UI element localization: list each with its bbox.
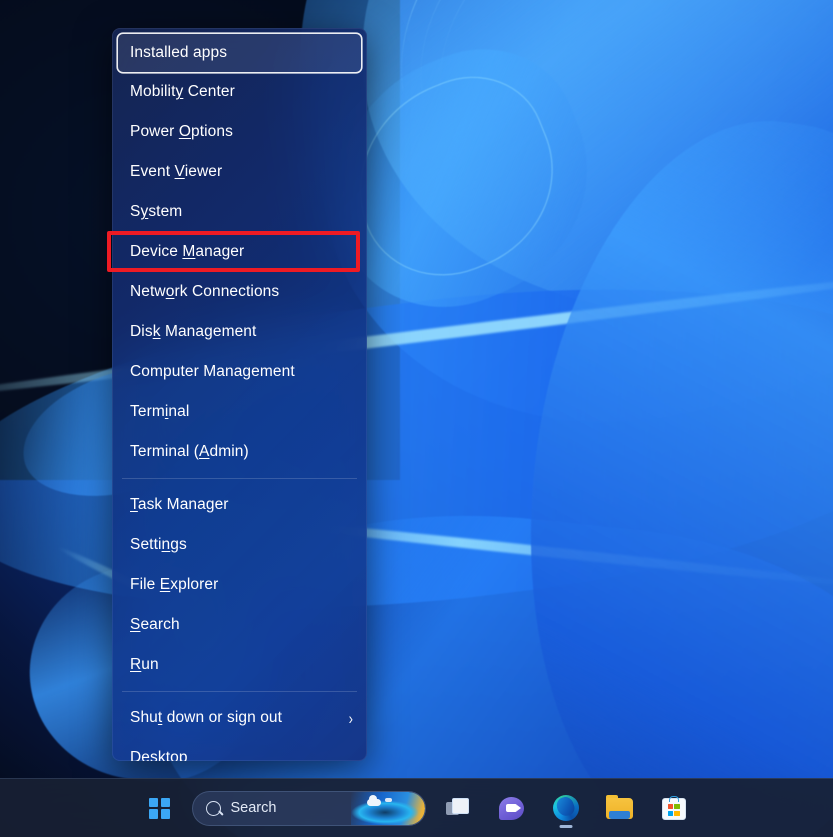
task-view-icon	[445, 798, 470, 818]
weather-bloom-widget[interactable]	[350, 791, 425, 825]
edge-icon	[552, 795, 579, 821]
menu-item-label: File Explorer	[130, 576, 219, 593]
store-icon	[661, 796, 686, 820]
chat-icon	[499, 796, 524, 820]
menu-item-label: Terminal	[130, 403, 190, 420]
menu-separator	[122, 478, 357, 479]
edge-button[interactable]	[544, 787, 588, 829]
store-button[interactable]	[652, 787, 696, 829]
menu-item-computer-management[interactable]: Computer Management	[112, 352, 367, 392]
cloud-small-icon	[384, 797, 392, 802]
menu-item-label: Settings	[130, 536, 187, 553]
menu-item-mobility-center[interactable]: Mobility Center	[112, 72, 367, 112]
menu-item-file-explorer[interactable]: File Explorer	[112, 565, 367, 605]
menu-item-label: Computer Management	[130, 363, 295, 380]
windows-logo-icon	[149, 797, 170, 819]
menu-item-label: Disk Management	[130, 323, 257, 340]
menu-item-label: Power Options	[130, 123, 233, 140]
menu-item-terminal-admin[interactable]: Terminal (Admin)	[112, 432, 367, 472]
menu-item-run[interactable]: Run	[112, 645, 367, 685]
menu-item-terminal[interactable]: Terminal	[112, 392, 367, 432]
cloud-icon	[366, 795, 381, 806]
menu-item-system[interactable]: System	[112, 192, 367, 232]
menu-item-disk-management[interactable]: Disk Management	[112, 312, 367, 352]
folder-icon	[606, 795, 633, 819]
menu-item-label: Installed apps	[130, 44, 228, 61]
menu-item-label: Mobility Center	[130, 83, 235, 100]
menu-separator	[122, 691, 357, 692]
menu-item-label: Terminal (Admin)	[130, 443, 249, 460]
menu-item-settings[interactable]: Settings	[112, 525, 367, 565]
menu-item-label: System	[130, 203, 183, 220]
running-indicator	[559, 825, 572, 828]
menu-item-label: Shut down or sign out	[130, 709, 283, 726]
search-input[interactable]: Search	[191, 790, 426, 826]
menu-item-network-connections[interactable]: Network Connections	[112, 272, 367, 312]
menu-item-label: Search	[130, 616, 180, 633]
search-icon	[205, 800, 221, 816]
start-button[interactable]	[138, 787, 182, 829]
taskbar[interactable]: Search	[0, 778, 833, 837]
win-x-quick-link-menu[interactable]: Installed apps Mobility Center Power Optio…	[112, 28, 367, 761]
menu-item-label: Task Manager	[130, 496, 229, 513]
menu-item-shut-down-or-sign-out[interactable]: Shut down or sign out ›	[112, 698, 367, 738]
menu-item-label: Network Connections	[130, 283, 280, 300]
menu-item-device-manager[interactable]: Device Manager	[112, 232, 367, 272]
menu-item-search[interactable]: Search	[112, 605, 367, 645]
menu-item-desktop[interactable]: Desktop	[112, 738, 367, 761]
menu-item-event-viewer[interactable]: Event Viewer	[112, 152, 367, 192]
menu-item-label: Desktop	[130, 749, 188, 761]
menu-item-label: Run	[130, 656, 159, 673]
search-placeholder: Search	[230, 800, 277, 816]
chat-button[interactable]	[490, 787, 534, 829]
chevron-right-icon: ›	[348, 708, 353, 728]
menu-item-installed-apps[interactable]: Installed apps	[118, 34, 361, 72]
desktop-screen: Installed apps Mobility Center Power Optio…	[0, 0, 833, 837]
menu-item-task-manager[interactable]: Task Manager	[112, 485, 367, 525]
file-explorer-button[interactable]	[598, 787, 642, 829]
menu-item-label: Device Manager	[130, 243, 245, 260]
task-view-button[interactable]	[436, 787, 480, 829]
menu-item-power-options[interactable]: Power Options	[112, 112, 367, 152]
menu-item-label: Event Viewer	[130, 163, 223, 180]
